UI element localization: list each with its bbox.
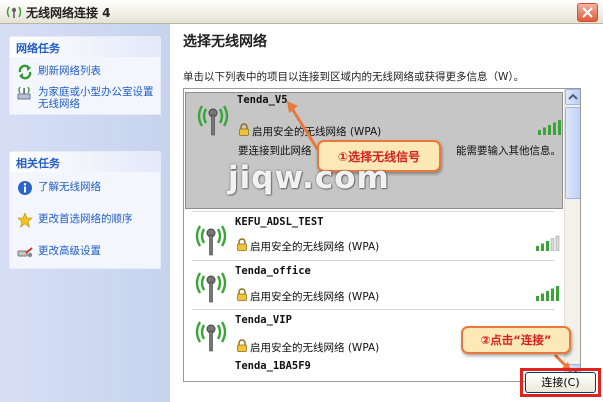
task-label: 刷新网络列表	[38, 65, 101, 77]
wireless-network-icon	[195, 272, 227, 303]
chevron-up-icon	[568, 93, 578, 100]
network-item-tenda-1ba5f9[interactable]: Tenda_1BA5F9	[184, 355, 564, 381]
network-name: Tenda_1BA5F9	[235, 360, 311, 372]
network-tasks-panel: 网络任务 刷新网络列表 为家庭或小型办公室设置无线网络	[9, 36, 161, 115]
wireless-network-icon	[6, 6, 22, 18]
task-learn-wireless[interactable]: 了解无线网络	[17, 180, 157, 196]
window-title: 无线网络连接 4	[26, 6, 111, 20]
title-bar: 无线网络连接 4	[0, 0, 603, 24]
signal-strength-icon	[536, 235, 560, 251]
task-change-preferred-order[interactable]: 更改首选网络的顺序	[17, 212, 157, 228]
network-name: KEFU_ADSL_TEST	[235, 216, 324, 228]
lock-icon	[239, 123, 249, 136]
close-button[interactable]	[577, 3, 598, 22]
network-security: 启用安全的无线网络 (WPA)	[250, 342, 380, 354]
wireless-network-icon	[195, 321, 227, 352]
task-label: 更改高级设置	[38, 245, 101, 257]
star-icon	[17, 212, 33, 228]
network-detail-text: 能需要输入其他信息。	[456, 145, 561, 157]
scroll-thumb[interactable]	[565, 107, 580, 199]
watermark: jiqw.com	[228, 160, 390, 196]
signal-strength-icon	[538, 120, 561, 135]
lock-icon	[237, 238, 247, 251]
signal-strength-icon	[536, 286, 559, 301]
setup-network-icon	[17, 86, 31, 100]
connect-button[interactable]: 连接(C)	[525, 372, 596, 393]
network-name: Tenda_VIP	[235, 314, 292, 326]
lock-icon	[237, 288, 247, 301]
scroll-up-button[interactable]	[565, 89, 580, 105]
wireless-network-icon	[195, 225, 227, 256]
task-change-advanced-settings[interactable]: 更改高级设置	[17, 244, 157, 260]
network-name: Tenda_V5	[237, 94, 288, 106]
network-item-kefu-adsl-test[interactable]: KEFU_ADSL_TEST 启用安全的无线网络 (WPA)	[184, 211, 564, 259]
network-security: 启用安全的无线网络 (WPA)	[252, 126, 382, 138]
task-refresh-network-list[interactable]: 刷新网络列表	[17, 64, 157, 80]
page-description: 单击以下列表中的项目以连接到区域内的无线网络或获得更多信息（W）。	[183, 71, 525, 83]
network-security: 启用安全的无线网络 (WPA)	[250, 291, 380, 303]
related-tasks-header: 相关任务	[10, 152, 160, 172]
task-label: 更改首选网络的顺序	[38, 213, 133, 225]
page-title: 选择无线网络	[183, 34, 267, 50]
task-label: 为家庭或小型办公室设置无线网络	[38, 86, 154, 110]
related-tasks-panel: 相关任务 了解无线网络 更改首选网络的顺序 更改高级设置	[9, 151, 161, 269]
refresh-icon	[18, 64, 32, 80]
task-label: 了解无线网络	[38, 181, 101, 193]
task-pane: 网络任务 刷新网络列表 为家庭或小型办公室设置无线网络 相关任务 了解无线网络 …	[0, 24, 170, 402]
network-name: Tenda_office	[235, 265, 311, 277]
step2-callout: ②点击“连接”	[461, 326, 571, 354]
network-item-tenda-office[interactable]: Tenda_office 启用安全的无线网络 (WPA)	[184, 260, 564, 308]
advanced-settings-icon	[17, 247, 33, 258]
close-icon	[582, 7, 593, 18]
network-detail-text: 要连接到此网络	[238, 145, 312, 157]
network-tasks-header: 网络任务	[10, 37, 160, 57]
network-security: 启用安全的无线网络 (WPA)	[250, 241, 380, 253]
lock-icon	[237, 339, 247, 352]
info-icon	[18, 181, 32, 195]
wireless-network-icon	[197, 105, 229, 136]
task-setup-home-network[interactable]: 为家庭或小型办公室设置无线网络	[17, 85, 157, 111]
